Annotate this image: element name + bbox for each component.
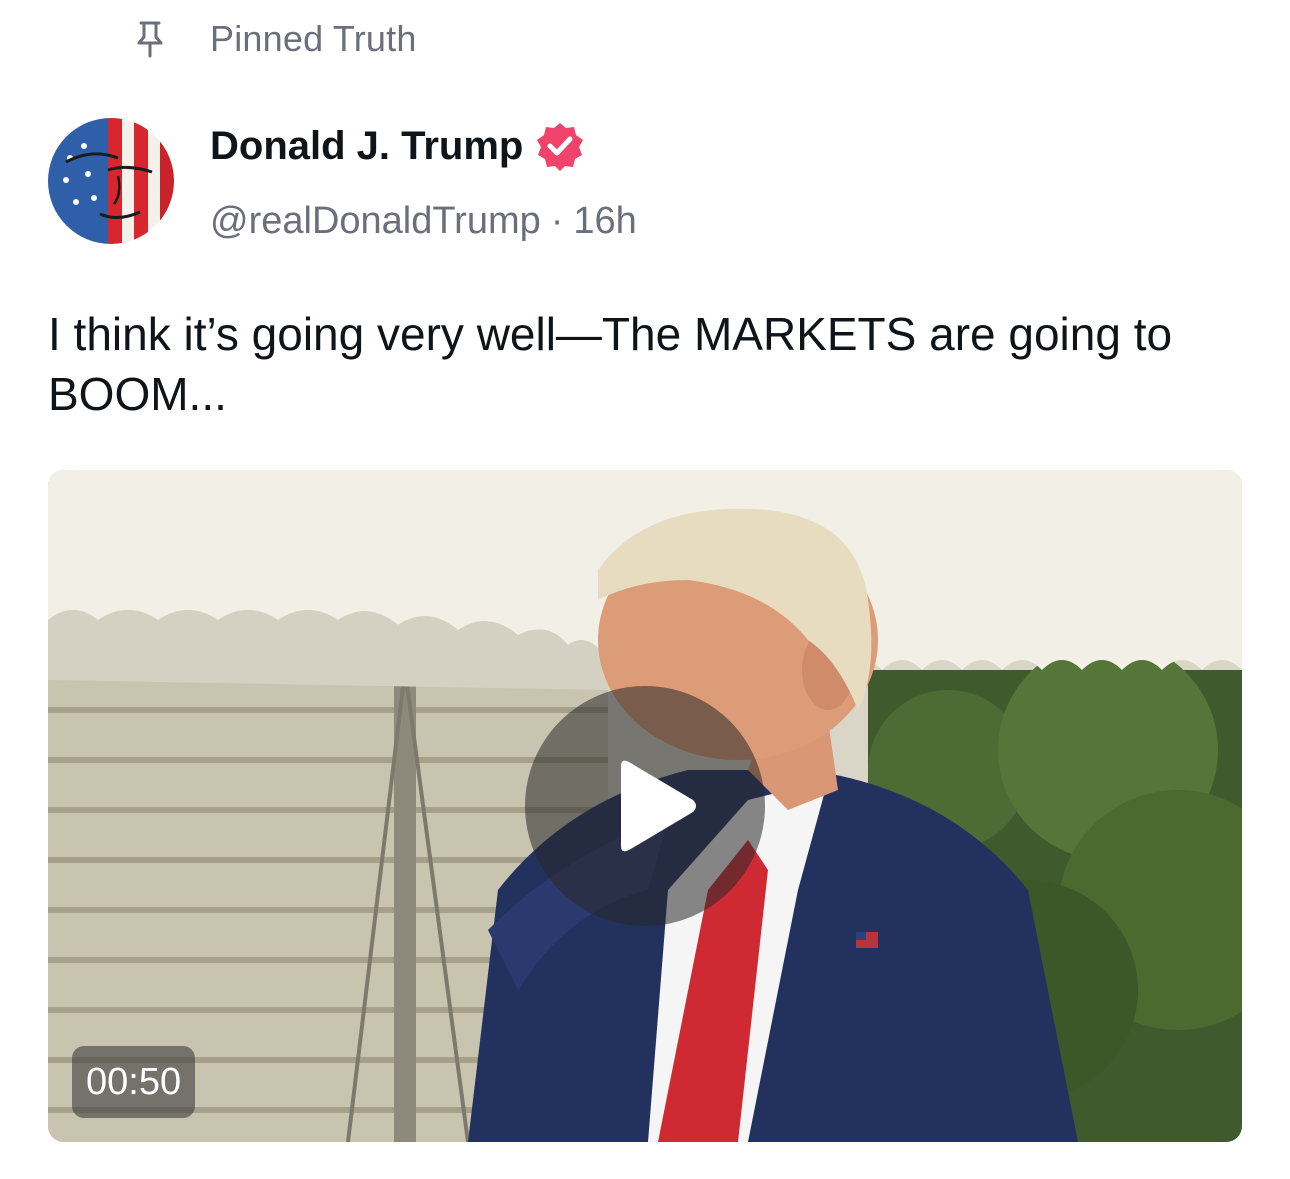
post-text: I think it’s going very well—The MARKETS… [48,308,1173,420]
pinned-indicator: Pinned Truth [134,14,417,64]
meta-separator: · [550,199,564,242]
video-duration: 00:50 [72,1046,196,1118]
author-handle[interactable]: @realDonaldTrump [210,200,541,243]
post-timestamp[interactable]: 16h [573,200,636,243]
avatar-image [48,118,174,244]
display-name[interactable]: Donald J. Trump [210,124,523,169]
author-name-row: Donald J. Trump [210,118,585,174]
play-button[interactable] [525,686,765,926]
pin-icon [137,21,163,58]
pinned-label: Pinned Truth [210,18,417,59]
video-player[interactable]: 00:50 [48,470,1242,1142]
play-icon [621,760,696,852]
avatar[interactable] [48,118,174,244]
truth-post: Pinned Truth Donald J. Trump @realDonald… [0,0,1290,1179]
verified-badge-icon [537,123,584,171]
author-meta-row: @realDonaldTrump · 16h [210,196,637,246]
